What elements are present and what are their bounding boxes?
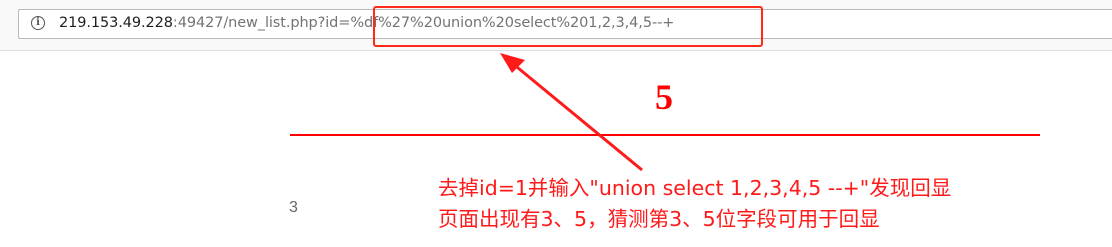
arrow-shaft: [511, 61, 643, 172]
echoed-number-heading: 5: [655, 77, 673, 117]
annotation-line-2: 页面出现有3、5，猜测第3、5位字段可用于回显: [438, 207, 880, 231]
annotation-line-1: 去掉id=1并输入"union select 1,2,3,4,5 --+"发现回…: [438, 176, 952, 200]
url-host: 219.153.49.228: [59, 15, 173, 31]
annotation-note: 去掉id=1并输入"union select 1,2,3,4,5 --+"发现回…: [438, 173, 1078, 235]
url-highlight-annotation-box: [373, 6, 763, 47]
info-icon[interactable]: i: [31, 16, 45, 30]
echoed-list-number: 3: [289, 199, 298, 216]
content-divider: [290, 134, 1040, 136]
arrow-head-icon: [500, 53, 525, 73]
